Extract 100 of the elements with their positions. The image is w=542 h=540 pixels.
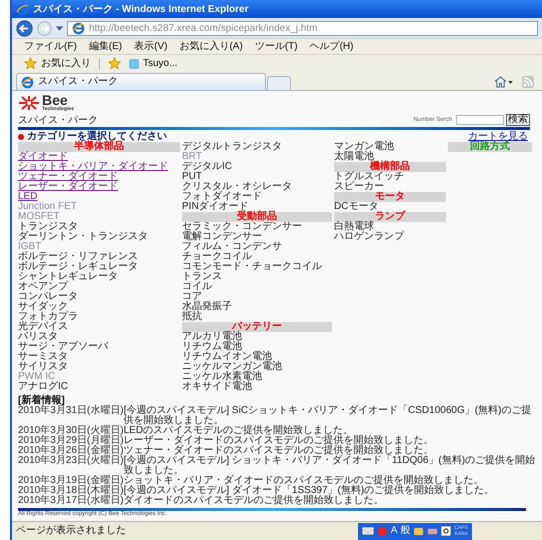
category-link[interactable]: LED: [18, 192, 38, 202]
search-field[interactable]: [456, 115, 504, 125]
category-link[interactable]: アナログIC: [18, 382, 68, 392]
category-link[interactable]: チョークコイル: [182, 252, 252, 262]
category-link[interactable]: ダーリントン・トランジスタ: [18, 232, 148, 242]
category-link[interactable]: トランジスタ: [18, 222, 78, 232]
news-date: 2010年3月26日(金曜日): [18, 446, 124, 456]
news-text: [今週のスパイスモデル] ダイオード「1SS397」(無料)のご提供を開始致しました。: [124, 486, 494, 496]
dictionary-button[interactable]: 般: [400, 525, 410, 537]
category-link[interactable]: シャントレギュレータ: [18, 272, 118, 282]
news-text: LEDのスパイスモデルのご提供を開始致しました。: [124, 426, 354, 436]
news-text: ショットキ・バリア・ダイオードのスパイスモデルのご提供を開始致しました。: [124, 476, 484, 486]
category-link[interactable]: マンガン電池: [334, 142, 394, 152]
menu-item[interactable]: ヘルプ(H): [310, 40, 354, 52]
back-icon[interactable]: [16, 20, 33, 36]
category-link[interactable]: 太陽電池: [334, 152, 374, 162]
menu-item[interactable]: 表示(V): [134, 40, 168, 52]
category-link[interactable]: サイリスタ: [18, 362, 68, 372]
category-link[interactable]: 電解コンデンサー: [182, 232, 262, 242]
category-link[interactable]: 白熱電球: [334, 222, 374, 232]
category-link[interactable]: ショットキ・バリア・ダイオード: [18, 162, 168, 172]
tools-icon[interactable]: [413, 526, 424, 536]
category-heading-text: モータ: [375, 192, 405, 202]
category-link[interactable]: トランス: [182, 272, 222, 282]
category-link[interactable]: オキサイド電池: [182, 382, 252, 392]
category-link[interactable]: サーミスタ: [18, 352, 68, 362]
news-date: 2010年3月18日(木曜日): [18, 486, 124, 496]
page-icon: [21, 76, 34, 88]
category-heading-text: ランプ: [375, 212, 405, 222]
browser-tab[interactable]: スパイス・パーク: [16, 73, 266, 90]
category-link[interactable]: 抵抗: [182, 312, 202, 322]
menu-item[interactable]: 編集(E): [88, 40, 122, 52]
category-link[interactable]: リチウム電池: [182, 342, 242, 352]
category-heading-text: 受動部品: [237, 212, 277, 222]
category-link[interactable]: フォトダイオード: [182, 192, 262, 202]
news-date: 2010年3月23日(火曜日): [18, 456, 124, 466]
category-link[interactable]: クリスタル・オシレータ: [182, 182, 292, 192]
site-icon: [129, 58, 139, 68]
category-link[interactable]: PINダイオード: [182, 202, 249, 212]
category-link[interactable]: フィルム・コンデンサ: [182, 242, 282, 252]
category-link[interactable]: デジタルトランジスタ: [182, 142, 282, 152]
category-heading-text: 回路方式: [470, 142, 510, 152]
dropdown-caret-icon[interactable]: [508, 81, 513, 84]
star-icon[interactable]: [24, 57, 37, 70]
new-tab-button[interactable]: [267, 76, 291, 90]
category-link[interactable]: コンパレータ: [18, 292, 78, 302]
category-link[interactable]: オペアンプ: [18, 282, 68, 292]
news-heading: [新着情報]: [18, 396, 65, 406]
news-text: ダイオードのスパイスモデルのご提供を開始致しました。: [124, 496, 384, 506]
category-link[interactable]: リチウムイオン電池: [182, 352, 272, 362]
category-link[interactable]: コイル: [182, 282, 212, 292]
category-link[interactable]: ダイオード: [18, 152, 68, 162]
category-link[interactable]: 光デバイス: [18, 322, 68, 332]
favorites-button[interactable]: お気に入り: [24, 57, 91, 70]
news-text: ツェナー・ダイオードのスパイスモデルのご提供を開始致しました。: [124, 446, 434, 456]
help-icon[interactable]: [441, 526, 452, 536]
dropdown-caret-icon[interactable]: [56, 26, 63, 30]
menu-item[interactable]: ファイル(F): [24, 40, 77, 52]
category-link[interactable]: バリスタ: [18, 332, 58, 342]
logo-text: Bee: [42, 94, 68, 107]
category-link[interactable]: アルカリ電池: [182, 332, 242, 342]
news-text: レーザー・ダイオードのスパイスモデルのご提供を開始致しました。: [124, 436, 434, 446]
forward-icon[interactable]: [37, 20, 52, 36]
page-icon: [72, 22, 85, 34]
bullet-icon: [18, 134, 24, 140]
news-date: 2010年3月19日(金曜日): [18, 476, 124, 486]
add-favorite-icon[interactable]: [108, 57, 121, 70]
category-link[interactable]: ボルテージ・レギュレータ: [18, 262, 138, 272]
category-link[interactable]: ボルテージ・リファレンス: [18, 252, 138, 262]
category-link[interactable]: ハロゲンランプ: [334, 232, 404, 242]
category-link[interactable]: セラミック・コンデンサー: [182, 222, 302, 232]
category-link[interactable]: レーザー・ダイオード: [18, 182, 118, 192]
category-link[interactable]: ニッケルマンガン電池: [182, 362, 282, 372]
menu-item[interactable]: ツール(T): [254, 40, 298, 52]
browser-icon: [16, 2, 29, 16]
favorite-link[interactable]: Tsuyo...: [129, 58, 178, 70]
category-link[interactable]: DCモータ: [334, 202, 378, 212]
category-link[interactable]: コア: [182, 292, 202, 302]
news-text: [今週のスパイスモデル] SiCショットキ・バリア・ダイオード「CSD10060G」(無料)のご提供を開始致しました。: [124, 406, 532, 426]
category-link[interactable]: PUT: [182, 172, 202, 182]
category-link[interactable]: 水晶発振子: [182, 302, 232, 312]
category-link[interactable]: スピーカー: [334, 182, 384, 192]
category-link[interactable]: フォトカプラ: [18, 312, 78, 322]
page-title: スパイス・パーク: [18, 115, 98, 126]
keyboard-icon[interactable]: [362, 527, 374, 535]
category-heading-text: バッテリー: [232, 322, 282, 332]
input-mode-button[interactable]: A: [390, 525, 398, 537]
search-button[interactable]: 検索: [506, 114, 530, 126]
home-icon[interactable]: [494, 75, 507, 88]
news-text: [今週のスパイスモデル] ショットキ・バリア・ダイオード「11DQ06」(無料)のご提供を開始致しました。: [124, 456, 536, 476]
ball-icon[interactable]: [376, 526, 388, 536]
category-link[interactable]: ツェナー・ダイオード: [18, 172, 118, 182]
category-link[interactable]: トグルスイッチ: [334, 172, 404, 182]
category-link[interactable]: コモンモード・チョークコイル: [182, 262, 322, 272]
category-link[interactable]: サイダック: [18, 302, 68, 312]
category-link[interactable]: サージ・アブソーバ: [18, 342, 108, 352]
category-link[interactable]: デジタルIC: [182, 162, 232, 172]
menu-item[interactable]: お気に入り(A): [179, 40, 243, 52]
feed-icon[interactable]: [522, 76, 534, 88]
category-link[interactable]: ニッケル水素電池: [182, 372, 262, 382]
